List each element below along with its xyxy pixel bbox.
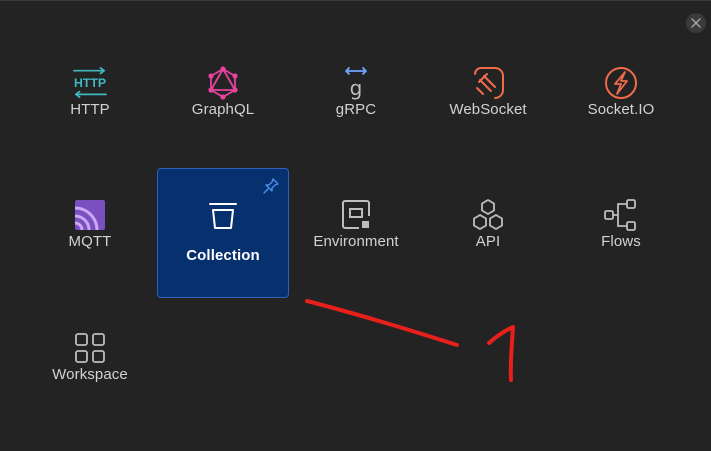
create-new-dialog: HTTP HTTP GraphQL g gRPC WebSocket Socke… bbox=[0, 0, 711, 451]
mqtt-icon bbox=[72, 197, 108, 233]
collection-icon bbox=[205, 197, 241, 233]
grpc-icon: g bbox=[338, 65, 374, 101]
pin-icon[interactable] bbox=[262, 177, 280, 195]
tile-label: Flows bbox=[601, 233, 641, 250]
svg-text:g: g bbox=[350, 76, 363, 100]
tile-label: MQTT bbox=[68, 233, 112, 250]
svg-text:HTTP: HTTP bbox=[74, 76, 106, 90]
close-button[interactable] bbox=[686, 13, 706, 33]
tile-workspace[interactable]: Workspace bbox=[24, 316, 156, 446]
close-icon bbox=[691, 18, 701, 28]
flows-icon bbox=[603, 197, 639, 233]
tile-websocket[interactable]: WebSocket bbox=[422, 51, 554, 181]
tile-label: HTTP bbox=[70, 101, 110, 118]
tile-label: Socket.IO bbox=[587, 101, 655, 118]
tile-grpc[interactable]: g gRPC bbox=[290, 51, 422, 181]
socketio-icon bbox=[603, 65, 639, 101]
tile-label: WebSocket bbox=[449, 101, 527, 118]
tile-collection[interactable]: Collection bbox=[157, 168, 289, 298]
tile-environment[interactable]: Environment bbox=[290, 183, 422, 313]
tile-mqtt[interactable]: MQTT bbox=[24, 183, 156, 313]
websocket-icon bbox=[470, 65, 506, 101]
api-icon bbox=[470, 197, 506, 233]
environment-icon bbox=[338, 197, 374, 233]
tile-flows[interactable]: Flows bbox=[555, 183, 687, 313]
tile-label: GraphQL bbox=[191, 101, 255, 118]
tile-label: gRPC bbox=[335, 101, 377, 118]
tile-label: API bbox=[475, 233, 501, 250]
tile-socketio[interactable]: Socket.IO bbox=[555, 51, 687, 181]
tile-label: Environment bbox=[313, 233, 399, 250]
tile-label: Workspace bbox=[52, 366, 128, 383]
tile-label: Collection bbox=[186, 247, 260, 264]
graphql-icon bbox=[205, 65, 241, 101]
http-icon: HTTP bbox=[72, 65, 108, 101]
tile-http[interactable]: HTTP HTTP bbox=[24, 51, 156, 181]
workspace-icon bbox=[72, 330, 108, 366]
tile-api[interactable]: API bbox=[422, 183, 554, 313]
tile-graphql[interactable]: GraphQL bbox=[157, 51, 289, 181]
